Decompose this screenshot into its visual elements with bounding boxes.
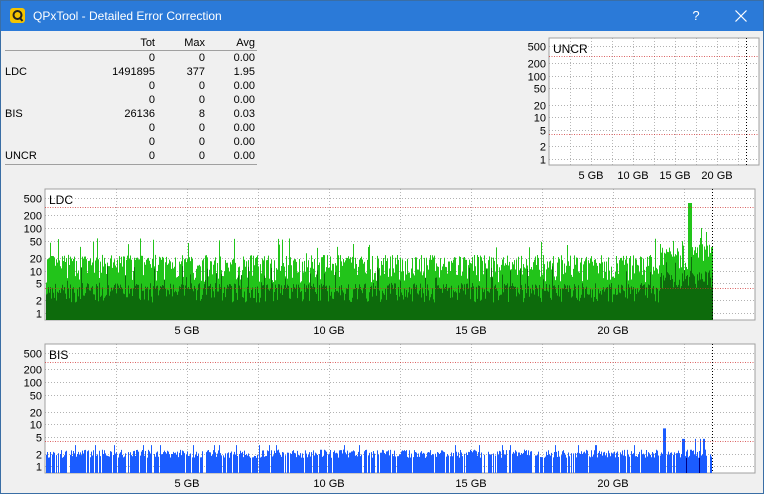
row-avg: 0.00 [233, 122, 255, 134]
y-tick-label: 50 [30, 391, 42, 403]
x-tick-label: 5 GB [174, 325, 199, 337]
stats-row: UNCR 0 0 0.00 [5, 149, 257, 163]
y-tick-label: 1 [540, 155, 546, 167]
x-tick-label: 10 GB [617, 170, 648, 182]
row-max: 0 [198, 52, 205, 64]
row-tot: 0 [148, 122, 155, 134]
y-tick-label: 200 [24, 211, 42, 223]
header-tot: Tot [140, 37, 155, 49]
x-tick-label: 15 GB [659, 170, 690, 182]
stats-row: 0 0 0.00 [5, 135, 257, 149]
y-tick-label: 100 [24, 224, 42, 236]
y-tick-label: 20 [30, 254, 42, 266]
window-title: QPxTool - Detailed Error Correction [33, 9, 222, 23]
stats-header-row: Tot Max Avg [5, 36, 257, 51]
y-tick-label: 50 [534, 84, 546, 96]
x-tick-label: 10 GB [313, 325, 344, 337]
y-tick-label: 1 [36, 462, 42, 474]
row-avg: 0.00 [233, 52, 255, 64]
stats-row: 0 0 0.00 [5, 79, 257, 93]
header-avg: Avg [236, 37, 255, 49]
row-avg: 0.00 [233, 94, 255, 106]
row-max: 0 [198, 150, 205, 162]
stats-row: LDC 1491895 377 1.95 [5, 65, 257, 79]
title-bar[interactable]: QPxTool - Detailed Error Correction ? [1, 1, 763, 31]
row-max: 377 [186, 66, 205, 78]
y-tick-label: 2 [540, 142, 546, 154]
row-tot: 0 [148, 52, 155, 64]
y-tick-label: 200 [528, 59, 546, 71]
y-tick-label: 20 [534, 101, 546, 113]
row-max: 0 [198, 94, 205, 106]
y-tick-label: 10 [30, 420, 42, 432]
row-tot: 0 [148, 136, 155, 148]
y-tick-label: 5 [36, 279, 42, 291]
row-max: 0 [198, 122, 205, 134]
row-tot: 0 [148, 150, 155, 162]
y-tick-label: 500 [24, 194, 42, 206]
y-tick-label: 500 [24, 349, 42, 361]
chart-title: BIS [49, 348, 68, 362]
row-tot: 26136 [124, 108, 155, 120]
x-tick-label: 20 GB [597, 325, 628, 337]
y-tick-label: 100 [24, 378, 42, 390]
header-max: Max [184, 37, 205, 49]
stats-row: 0 0 0.00 [5, 121, 257, 135]
row-avg: 0.00 [233, 80, 255, 92]
y-tick-label: 5 [36, 433, 42, 445]
y-tick-label: 200 [24, 365, 42, 377]
stats-row: 0 0 0.00 [5, 93, 257, 107]
help-button[interactable]: ? [681, 1, 711, 31]
x-tick-label: 15 GB [455, 478, 486, 490]
y-tick-label: 500 [528, 42, 546, 54]
chart-title: LDC [49, 193, 73, 207]
bis-chart: 12 51020 50100200 500 5 GB 10 GB 15 GB 20 GB BIS [24, 343, 756, 490]
row-avg: 1.95 [233, 66, 255, 78]
row-max: 0 [198, 136, 205, 148]
y-tick-label: 50 [30, 237, 42, 249]
x-tick-label: 5 GB [578, 170, 603, 182]
close-icon [735, 10, 747, 22]
y-tick-label: 10 [534, 113, 546, 125]
x-tick-label: 5 GB [174, 478, 199, 490]
row-max: 0 [198, 80, 205, 92]
qpxtool-window: QPxTool - Detailed Error Correction ? To… [0, 0, 764, 494]
qpxtool-app-icon [10, 8, 25, 23]
row-tot: 0 [148, 80, 155, 92]
y-tick-label: 10 [30, 267, 42, 279]
chart-title: UNCR [553, 42, 588, 56]
row-max: 8 [198, 108, 205, 120]
row-tot: 0 [148, 94, 155, 106]
row-avg: 0.00 [233, 150, 255, 162]
row-tot: 1491895 [112, 66, 155, 78]
row-label: UNCR [5, 150, 37, 162]
y-tick-label: 1 [36, 309, 42, 321]
row-avg: 0.03 [233, 108, 255, 120]
y-tick-label: 20 [30, 408, 42, 420]
y-tick-label: 2 [36, 296, 42, 308]
x-tick-label: 20 GB [701, 170, 732, 182]
x-tick-label: 15 GB [455, 325, 486, 337]
row-label: BIS [5, 108, 23, 120]
x-tick-label: 20 GB [597, 478, 628, 490]
close-button[interactable] [721, 1, 761, 31]
ldc-chart: 12 51020 50100200 500 5 GB 10 GB 15 GB 20 GB LDC [24, 188, 756, 337]
stats-bottom-divider [5, 164, 257, 165]
x-tick-label: 10 GB [313, 478, 344, 490]
y-tick-label: 5 [540, 126, 546, 138]
stats-row: 0 0 0.00 [5, 51, 257, 65]
stats-table: Tot Max Avg 0 0 0.00 LDC 1491895 377 1.9… [5, 36, 257, 165]
row-label: LDC [5, 66, 28, 78]
plot-area [548, 37, 760, 166]
y-tick-label: 100 [528, 72, 546, 84]
y-tick-label: 2 [36, 450, 42, 462]
uncr-chart: 12 51020 50100200 500 5 GB 10 GB 15 GB 20 GB UNC… [528, 37, 760, 182]
row-avg: 0.00 [233, 136, 255, 148]
stats-row: BIS 26136 8 0.03 [5, 107, 257, 121]
